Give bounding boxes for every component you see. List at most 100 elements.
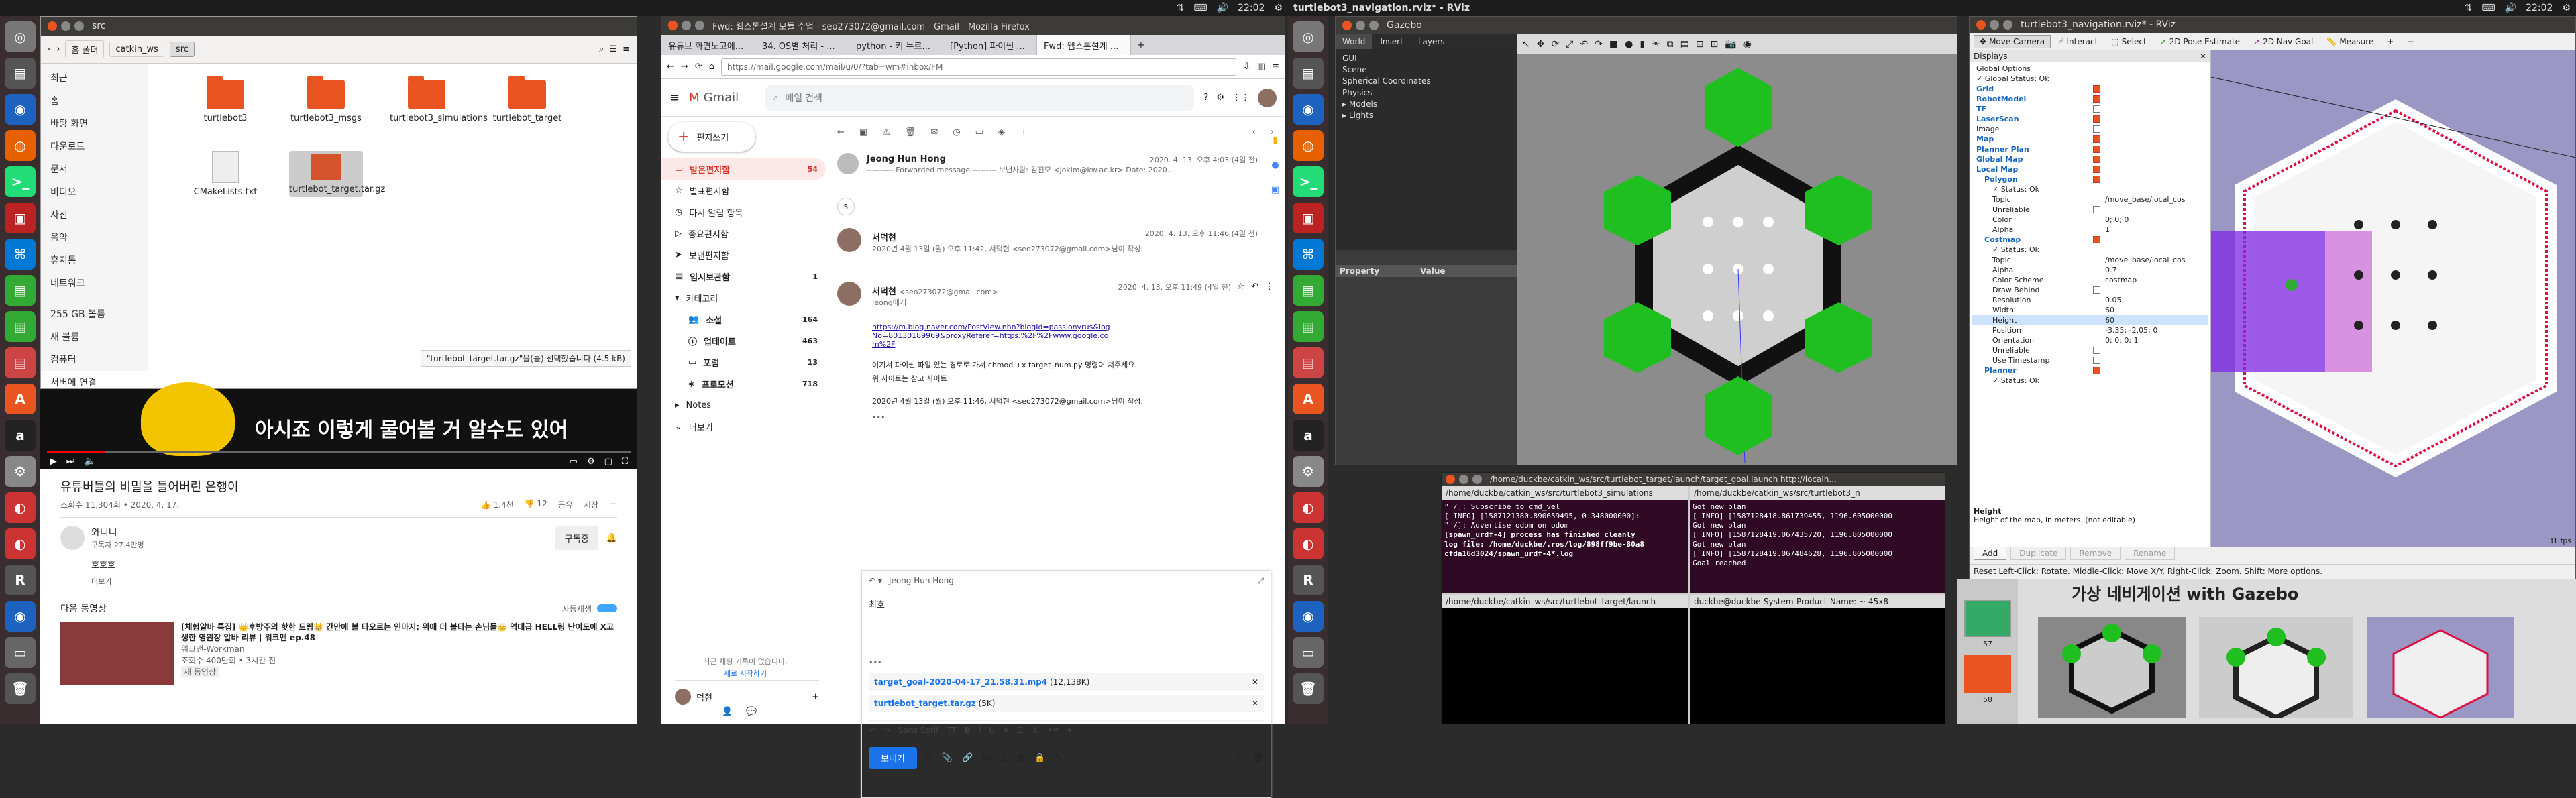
checkbox[interactable] bbox=[2093, 286, 2100, 294]
display-tree-row[interactable]: Color 0; 0; 0 bbox=[1972, 215, 2208, 225]
spreadsheet-icon[interactable]: ▦ bbox=[5, 311, 36, 342]
sidebar-item-home[interactable]: 홈 bbox=[41, 89, 148, 112]
display-tree-row[interactable]: Height 60 bbox=[1972, 315, 2208, 325]
file-item[interactable]: CMakeLists.txt bbox=[189, 151, 262, 197]
close-icon[interactable] bbox=[668, 21, 678, 30]
display-tree-row[interactable]: Local Map bbox=[1972, 164, 2208, 174]
more-options-icon[interactable]: ⋮ bbox=[1234, 753, 1243, 763]
sidebar-item-desktop[interactable]: 바탕 화면 bbox=[41, 112, 148, 135]
copy-icon[interactable]: ⧉ bbox=[1667, 39, 1674, 50]
nav-inbox[interactable]: ▭ 받은편지함 54 bbox=[661, 158, 826, 180]
mail-search[interactable]: ⌕ bbox=[765, 84, 1195, 111]
search-input[interactable] bbox=[785, 92, 920, 103]
checkbox[interactable] bbox=[2093, 115, 2100, 123]
rviz-icon[interactable]: R bbox=[5, 565, 36, 595]
tree-gui[interactable]: GUI bbox=[1342, 53, 1510, 64]
app-icon-2[interactable]: ◐ bbox=[5, 528, 36, 559]
mark-unread-icon[interactable]: ✉ bbox=[930, 127, 938, 137]
play-icon[interactable]: ▶ bbox=[50, 456, 57, 467]
text-color-icon[interactable]: A bbox=[1003, 726, 1008, 735]
cylinder-shape-icon[interactable]: ▮ bbox=[1640, 39, 1645, 50]
display-tree-row[interactable]: Global Options bbox=[1972, 64, 2208, 74]
keep-icon[interactable]: ▮ bbox=[1273, 135, 1277, 146]
font-size-icon[interactable]: TT bbox=[947, 726, 956, 735]
checkbox[interactable] bbox=[2093, 166, 2100, 173]
display-tree-row[interactable]: Costmap bbox=[1972, 235, 2208, 245]
display-tree-row[interactable]: Topic/move_base/local_cos... bbox=[1972, 194, 2208, 205]
network-icon[interactable]: ⇅ bbox=[1177, 3, 1185, 13]
nav-important[interactable]: ▷ 중요편지함 bbox=[661, 223, 826, 244]
tab-5-active[interactable]: Fwd: 웹스톤설계 ... bbox=[1037, 35, 1131, 55]
checkbox[interactable] bbox=[2093, 176, 2100, 183]
attachment-chip[interactable]: target_goal-2020-04-17_21.58.31.mp4 (12,… bbox=[869, 673, 1264, 691]
drive-icon[interactable]: ▭ bbox=[1293, 637, 1324, 668]
archive-item-selected[interactable]: turtlebot_target.tar.gz bbox=[289, 151, 385, 197]
search-icon[interactable]: ⌕ bbox=[599, 44, 604, 54]
select-button[interactable]: ⬚ Select bbox=[2106, 36, 2151, 48]
minimize-icon[interactable] bbox=[1356, 21, 1365, 30]
checkbox[interactable] bbox=[2093, 357, 2100, 364]
software-center-icon[interactable]: A bbox=[1293, 384, 1324, 414]
minimize-icon[interactable] bbox=[1990, 20, 1999, 30]
recipient[interactable]: Jeong에게 bbox=[872, 297, 1274, 308]
spreadsheet-icon[interactable]: ▦ bbox=[1293, 311, 1324, 342]
reply-type-icon[interactable]: ↶ ▾ bbox=[869, 576, 882, 585]
tab-layers[interactable]: Layers bbox=[1411, 34, 1452, 49]
back-icon[interactable]: ← bbox=[667, 62, 674, 72]
message-item[interactable]: Jeong Hun Hong 2020. 4. 13. 오후 4:03 (4일 … bbox=[826, 148, 1285, 194]
subtitles-icon[interactable]: ▭ bbox=[570, 457, 578, 467]
compose-button[interactable]: + 편지쓰기 bbox=[668, 122, 755, 152]
minimize-icon[interactable] bbox=[61, 21, 70, 31]
library-icon[interactable]: ▥ bbox=[1257, 62, 1265, 72]
numbered-list-icon[interactable]: ⒈ bbox=[1032, 724, 1040, 736]
reload-icon[interactable]: ⟳ bbox=[695, 62, 702, 72]
tasks-icon[interactable]: ● bbox=[1271, 160, 1279, 170]
sidebar-item-videos[interactable]: 비디오 bbox=[41, 180, 148, 203]
remove-tool-icon[interactable]: − bbox=[2402, 36, 2419, 48]
volume-icon[interactable]: 🔊 bbox=[2505, 3, 2516, 13]
hangouts-start[interactable]: 새로 시작하기 bbox=[668, 668, 822, 679]
tab-2[interactable]: 34. OS별 처리 - ... bbox=[755, 35, 849, 55]
more-icon[interactable]: ⋯ bbox=[609, 499, 617, 510]
reply-body[interactable]: 최호 bbox=[862, 591, 1271, 658]
impress-icon[interactable]: ▤ bbox=[5, 347, 36, 378]
sphere-shape-icon[interactable]: ● bbox=[1625, 39, 1633, 50]
display-tree-row[interactable]: LaserScan bbox=[1972, 114, 2208, 124]
paste-icon[interactable]: ▤ bbox=[1680, 39, 1689, 50]
slide-thumbnail-selected[interactable] bbox=[1964, 655, 2011, 693]
display-tree-row[interactable]: Polygon bbox=[1972, 174, 2208, 184]
more-formatting-icon[interactable]: ▾ bbox=[1067, 726, 1071, 735]
calc-icon[interactable]: ▦ bbox=[1293, 275, 1324, 306]
sidebar-item-volume-255[interactable]: 255 GB 볼륨 bbox=[41, 302, 148, 325]
trash-icon[interactable]: 🗑 bbox=[5, 673, 36, 704]
share-button[interactable]: 공유 bbox=[558, 499, 573, 510]
scale-tool-icon[interactable]: ⤢ bbox=[1566, 39, 1573, 50]
files-icon[interactable]: ▤ bbox=[1293, 58, 1324, 89]
amazon-icon[interactable]: a bbox=[1293, 420, 1324, 451]
maximize-icon[interactable] bbox=[2003, 20, 2012, 30]
like-button[interactable]: 👍 1.4천 bbox=[481, 499, 514, 510]
send-button[interactable]: 보내기 bbox=[869, 747, 917, 769]
show-trimmed-icon[interactable]: ••• bbox=[862, 658, 1271, 667]
display-tree-row[interactable]: ✓ Status: Ok bbox=[1972, 245, 2208, 255]
video-player[interactable]: 아시죠 이렇게 물어볼 거 알수도 있어 ▶ ⏭ 🔈 ▭ ⚙ ▢ ⛶ bbox=[40, 382, 637, 469]
nav-social[interactable]: 👥 소셜 164 bbox=[661, 308, 826, 330]
tree-physics[interactable]: Physics bbox=[1342, 87, 1510, 99]
display-tree-row[interactable]: Grid bbox=[1972, 84, 2208, 94]
display-tree-row[interactable]: Map bbox=[1972, 134, 2208, 144]
display-tree-row[interactable]: Planner bbox=[1972, 365, 2208, 376]
display-tree-row[interactable]: Use Timestamp bbox=[1972, 355, 2208, 365]
chrome-icon[interactable]: ◉ bbox=[1293, 601, 1324, 632]
back-icon[interactable]: ‹ bbox=[48, 44, 51, 54]
checkbox[interactable] bbox=[2093, 156, 2100, 163]
show-more[interactable]: 더보기 bbox=[91, 576, 617, 587]
rename-button[interactable]: Rename bbox=[2125, 547, 2176, 560]
display-tree-row[interactable]: Topic/move_base/local_cos... bbox=[1972, 255, 2208, 265]
fullscreen-icon[interactable]: ⛶ bbox=[622, 457, 628, 467]
app-icon[interactable]: ◐ bbox=[5, 492, 36, 523]
keyboard-icon[interactable]: ⌨ bbox=[2481, 3, 2495, 13]
sidebar-item-computer[interactable]: 컴퓨터 bbox=[41, 348, 148, 371]
bold-icon[interactable]: B bbox=[965, 726, 971, 735]
attach-icon[interactable]: 📎 bbox=[942, 753, 953, 763]
maximize-icon[interactable] bbox=[74, 21, 84, 31]
